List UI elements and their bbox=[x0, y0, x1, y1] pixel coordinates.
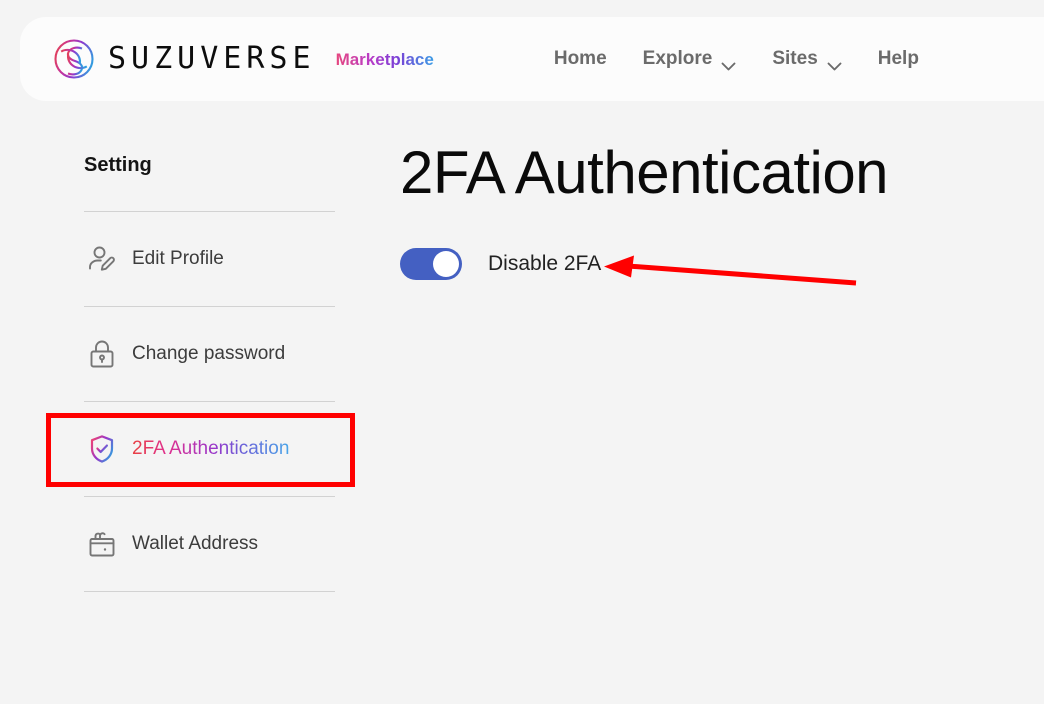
brand-name: SUZUVERSE bbox=[108, 44, 316, 74]
main-content: 2FA Authentication Disable 2FA bbox=[400, 140, 888, 280]
nav-item-label: Explore bbox=[643, 48, 713, 70]
brand-subtitle: Marketplace bbox=[336, 51, 434, 68]
toggle-knob bbox=[433, 251, 459, 277]
nav-item-label: Sites bbox=[772, 48, 817, 70]
wallet-bag-icon bbox=[86, 528, 118, 560]
2fa-toggle-row: Disable 2FA bbox=[400, 248, 888, 280]
sidebar-title: Setting bbox=[84, 155, 335, 175]
brand-logo-group[interactable]: SUZUVERSE Marketplace bbox=[52, 37, 434, 81]
sidebar-item-wallet-address[interactable]: Wallet Address bbox=[84, 497, 335, 591]
sidebar-item-label: Wallet Address bbox=[132, 533, 258, 555]
chevron-down-icon bbox=[827, 55, 842, 64]
user-edit-icon bbox=[86, 243, 118, 275]
2fa-toggle-switch[interactable] bbox=[400, 248, 462, 280]
nav-item-home[interactable]: Home bbox=[554, 48, 607, 70]
sidebar-item-change-password[interactable]: Change password bbox=[84, 307, 335, 401]
sidebar-divider bbox=[84, 591, 335, 592]
sidebar-item-2fa-authentication[interactable]: 2FA Authentication bbox=[84, 402, 335, 496]
2fa-toggle-label: Disable 2FA bbox=[488, 252, 601, 276]
sidebar-item-label: 2FA Authentication bbox=[132, 438, 289, 460]
site-header: SUZUVERSE Marketplace Home Explore Sites bbox=[20, 17, 1044, 101]
nav-item-label: Help bbox=[878, 48, 919, 70]
suzuverse-globe-s-logo-icon bbox=[52, 37, 96, 81]
nav-item-sites[interactable]: Sites bbox=[772, 48, 841, 70]
nav-item-explore[interactable]: Explore bbox=[643, 48, 737, 70]
nav-item-label: Home bbox=[554, 48, 607, 70]
shield-check-icon bbox=[86, 433, 118, 465]
nav-item-help[interactable]: Help bbox=[878, 48, 919, 70]
sidebar-item-label: Change password bbox=[132, 343, 285, 365]
chevron-down-icon bbox=[721, 55, 736, 64]
sidebar-item-label: Edit Profile bbox=[132, 248, 224, 270]
sidebar-item-edit-profile[interactable]: Edit Profile bbox=[84, 212, 335, 306]
main-navigation: Home Explore Sites Help bbox=[554, 48, 919, 70]
page-title: 2FA Authentication bbox=[400, 140, 888, 206]
settings-sidebar: Setting Edit Profile bbox=[84, 155, 335, 592]
lock-icon bbox=[86, 338, 118, 370]
